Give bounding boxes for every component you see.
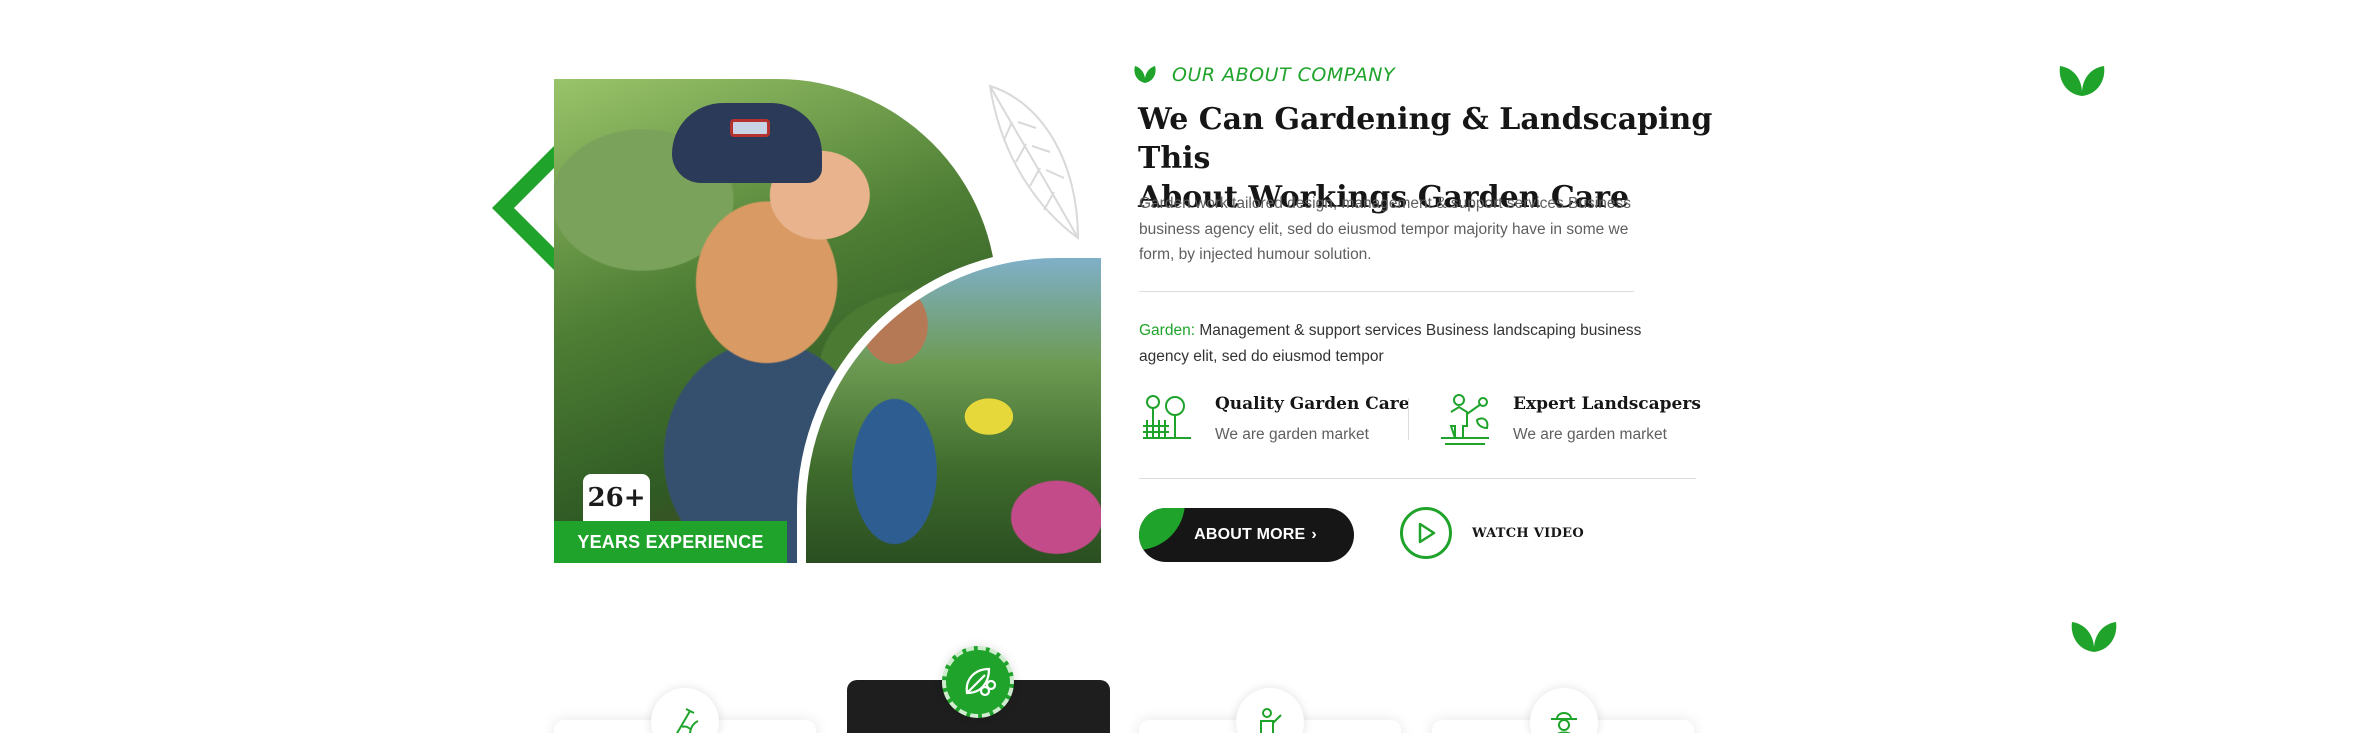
feature-expert-landscapers: Expert Landscapers We are garden market — [1437, 390, 1701, 446]
chevron-right-icon: › — [1311, 526, 1317, 543]
experience-label: YEARS EXPERIENCE — [554, 521, 787, 563]
divider — [1139, 291, 1634, 292]
garden-trees-icon — [1143, 395, 1191, 439]
farmer-hat-icon — [1530, 688, 1598, 733]
feature-quality-garden-care: Quality Garden Care We are garden market — [1139, 390, 1410, 446]
decorative-chevron-inner — [514, 168, 554, 248]
about-more-label: ABOUT MORE — [1194, 526, 1306, 543]
feature-separator — [1408, 398, 1409, 440]
watch-video-label: WATCH VIDEO — [1472, 525, 1584, 541]
watch-video-link[interactable]: WATCH VIDEO — [1400, 507, 1584, 559]
section-eyebrow: OUR ABOUT COMPANY — [1132, 64, 1395, 86]
experience-number: 26+ — [583, 474, 650, 522]
garden-paragraph: Garden: Management & support services Bu… — [1139, 318, 1649, 369]
about-more-button[interactable]: ABOUT MORE › — [1139, 508, 1354, 562]
leaf-icon — [2059, 66, 2105, 96]
play-button[interactable] — [1400, 507, 1452, 559]
leaf-icon — [2071, 622, 2117, 652]
garden-key: Garden: — [1139, 322, 1196, 339]
section-description: Garden work tailored design, management … — [1139, 195, 1631, 263]
cap-shape — [672, 103, 822, 183]
play-icon — [1418, 522, 1436, 544]
gardener-icon — [1236, 688, 1304, 733]
eyebrow-text: OUR ABOUT COMPANY — [1172, 64, 1396, 86]
feature-title: Expert Landscapers — [1513, 394, 1701, 414]
garden-text: Management & support services Business l… — [1139, 322, 1642, 365]
divider — [1139, 478, 1696, 479]
feature-subtitle: We are garden market — [1215, 426, 1369, 443]
leaf-outline-icon — [988, 84, 1080, 240]
title-line-1: We Can Gardening & Landscaping This — [1138, 102, 1713, 176]
feature-title: Quality Garden Care — [1215, 394, 1410, 414]
leaf-scissors-icon — [942, 646, 1014, 718]
feature-subtitle: We are garden market — [1513, 426, 1667, 443]
rake-plant-icon — [651, 688, 719, 733]
cap-logo — [730, 119, 770, 137]
button-accent — [1139, 508, 1185, 550]
gardener-icon — [1441, 394, 1489, 445]
leaf-icon — [1134, 66, 1156, 83]
